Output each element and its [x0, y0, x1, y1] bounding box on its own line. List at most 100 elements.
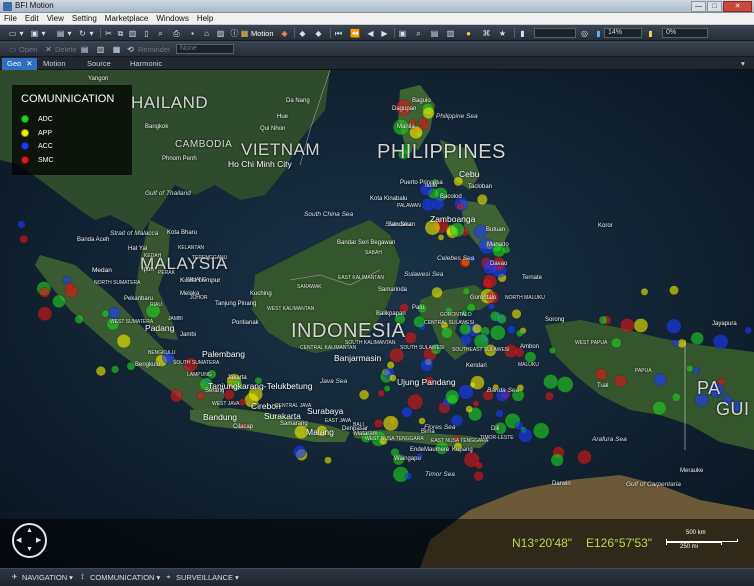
save-layer-button[interactable]: ▣ [398, 28, 407, 38]
paste-button[interactable]: ▥ [128, 28, 137, 38]
communication-marker[interactable] [549, 347, 556, 354]
network-button[interactable]: ⌘ [482, 28, 491, 38]
communication-marker[interactable] [577, 449, 592, 465]
find-button[interactable]: ⌕ [156, 28, 165, 38]
pan-down-icon[interactable]: ▼ [26, 546, 33, 553]
communication-marker[interactable] [686, 365, 694, 373]
pan-right-icon[interactable]: ▶ [36, 536, 41, 544]
legend-item-app[interactable]: APP [21, 128, 52, 138]
communication-marker[interactable] [466, 303, 476, 313]
communication-marker[interactable] [692, 367, 700, 375]
communication-marker[interactable] [476, 194, 488, 205]
communication-marker[interactable] [496, 314, 507, 324]
communication-marker[interactable] [373, 418, 384, 429]
communication-marker[interactable] [19, 234, 29, 244]
prev-button[interactable]: ◀ [366, 28, 375, 38]
communication-marker[interactable] [653, 373, 667, 387]
communication-marker[interactable] [62, 275, 72, 285]
tab-harmonic[interactable]: Harmonic [125, 58, 167, 70]
pan-up-icon[interactable]: ▲ [26, 527, 33, 534]
info-button[interactable]: ⓘ [230, 28, 239, 38]
communication-marker[interactable] [401, 406, 413, 418]
communication-marker[interactable] [108, 306, 121, 320]
communication-marker[interactable] [445, 389, 460, 404]
communication-marker[interactable] [544, 391, 554, 401]
communication-marker[interactable] [292, 445, 307, 459]
home-button[interactable]: ⌂ [202, 28, 211, 38]
menu-windows[interactable]: Windows [152, 13, 192, 25]
legend-item-acc[interactable]: ACC [21, 141, 53, 151]
move-down-button[interactable]: ◆ [314, 28, 323, 38]
tab-motion[interactable]: Motion [38, 58, 71, 70]
pan-left-icon[interactable]: ◀ [16, 536, 21, 544]
communication-marker[interactable] [441, 327, 453, 339]
surveillance-menu[interactable]: ⌖ SURVEILLANCE ▾ [164, 573, 239, 582]
image-button[interactable]: ▨ [216, 28, 225, 38]
open-item-button[interactable]: ▭ Open [8, 44, 38, 54]
communication-marker[interactable] [462, 287, 470, 295]
communication-marker[interactable] [418, 117, 427, 126]
export-button[interactable]: ▤ ▾ [56, 28, 74, 38]
panel-button[interactable]: ▥ [96, 44, 105, 54]
communication-marker[interactable] [116, 334, 131, 349]
communication-marker[interactable] [95, 366, 106, 377]
communication-marker[interactable] [456, 202, 464, 211]
menu-setting[interactable]: Setting [68, 13, 101, 25]
communication-marker[interactable] [52, 294, 66, 309]
menu-view[interactable]: View [43, 13, 68, 25]
communication-marker[interactable] [490, 324, 506, 341]
refresh-button[interactable]: ↻ ▾ [78, 28, 96, 38]
communication-marker[interactable] [324, 456, 332, 464]
communication-marker[interactable] [422, 106, 435, 119]
reminder-button[interactable]: ⟲ Reminder [126, 44, 170, 54]
target-button[interactable]: ◎ [580, 28, 589, 38]
chart-button[interactable]: ▮ [646, 28, 655, 38]
communication-marker[interactable] [404, 331, 417, 345]
navigation-control[interactable]: ▲ ▼ ◀ ▶ [12, 523, 47, 558]
communication-marker[interactable] [101, 309, 110, 318]
cut-button[interactable]: ✂ [104, 28, 113, 38]
communication-marker[interactable] [666, 318, 682, 335]
communication-marker[interactable] [633, 318, 649, 333]
communication-marker[interactable] [598, 315, 608, 325]
progress-field[interactable]: 0% [662, 28, 708, 38]
navigation-menu[interactable]: ✈ NAVIGATION ▾ [10, 573, 73, 582]
communication-marker[interactable] [111, 365, 120, 374]
communication-marker[interactable] [404, 472, 413, 480]
zoom-field[interactable]: 14% [604, 28, 642, 38]
opacity-button[interactable]: ▮ [518, 28, 527, 38]
star-button[interactable]: ★ [498, 28, 507, 38]
menu-edit[interactable]: Edit [21, 13, 43, 25]
communication-marker[interactable] [472, 400, 480, 407]
communication-marker[interactable] [17, 220, 26, 229]
communication-marker[interactable] [507, 325, 516, 334]
maximize-button[interactable]: □ [707, 1, 722, 12]
communication-marker[interactable] [518, 428, 533, 443]
table-button[interactable]: ▤ [430, 28, 439, 38]
communication-marker[interactable] [614, 374, 627, 388]
communication-marker[interactable] [389, 374, 397, 382]
menu-file[interactable]: File [0, 13, 21, 25]
reminder-select[interactable]: None [176, 44, 234, 54]
communication-marker[interactable] [407, 393, 424, 410]
communication-marker[interactable] [690, 331, 704, 346]
communication-marker[interactable] [382, 415, 399, 432]
communication-menu[interactable]: ⟟ COMMUNICATION ▾ [78, 573, 160, 582]
eraser-button[interactable]: ◆ [280, 28, 289, 38]
communication-marker[interactable] [712, 333, 729, 350]
minimize-button[interactable]: — [691, 1, 706, 12]
communication-marker[interactable] [495, 409, 504, 418]
bulb-button[interactable]: ● [464, 28, 473, 38]
close-button[interactable]: ✕ [723, 1, 752, 12]
communication-marker[interactable] [460, 333, 472, 346]
search-button[interactable]: ⌕ [414, 28, 423, 38]
new-button[interactable]: ▭ ▾ [8, 28, 26, 38]
communication-marker[interactable] [556, 376, 574, 393]
communication-marker[interactable] [431, 286, 443, 299]
communication-marker[interactable] [37, 306, 53, 322]
communication-marker[interactable] [465, 405, 473, 413]
open-button[interactable]: ▣ ▾ [30, 28, 48, 38]
communication-marker[interactable] [550, 453, 564, 467]
save-button[interactable]: ▪ [188, 28, 197, 38]
communication-marker[interactable] [533, 422, 550, 439]
